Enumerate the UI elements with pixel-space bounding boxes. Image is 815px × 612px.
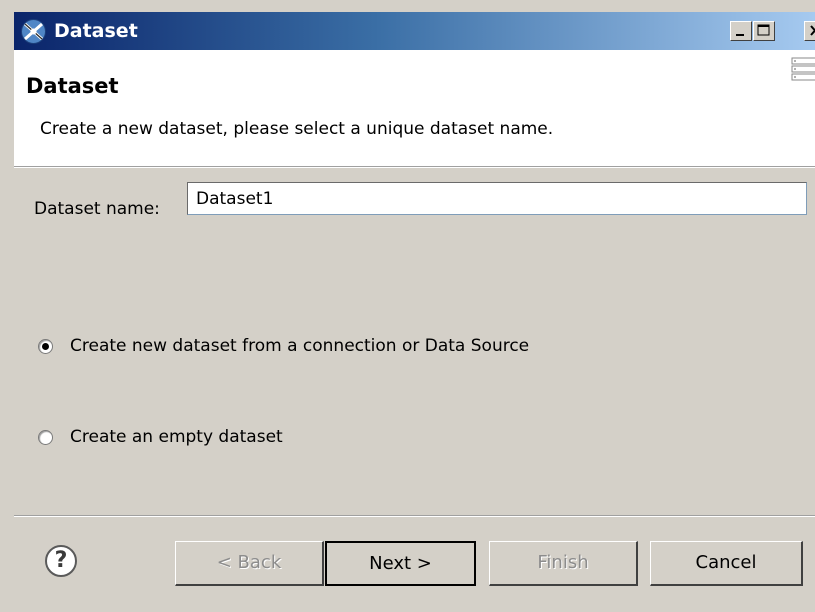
minimize-icon — [736, 34, 744, 36]
option-from-connection-label: Create new dataset from a connection or … — [70, 336, 530, 356]
page-title: Dataset — [26, 74, 119, 98]
wizard-header: Dataset Create a new dataset, please sel… — [14, 50, 815, 167]
close-icon — [810, 25, 815, 36]
footer-divider-highlight — [14, 516, 815, 517]
option-empty-dataset-label: Create an empty dataset — [70, 427, 283, 447]
cancel-button[interactable]: Cancel — [650, 541, 803, 586]
finish-button[interactable]: Finish — [489, 541, 638, 586]
title-bar[interactable]: Dataset — [14, 12, 815, 50]
radio-from-connection[interactable] — [38, 338, 53, 354]
next-button[interactable]: Next > — [325, 541, 476, 586]
window-title: Dataset — [54, 20, 138, 42]
dataset-wizard-dialog: Dataset Dataset Create a new dataset, pl… — [0, 0, 815, 612]
dataset-app-icon — [21, 19, 46, 44]
option-from-connection[interactable]: Create new dataset from a connection or … — [38, 336, 529, 356]
dataset-name-input[interactable] — [187, 182, 807, 215]
back-button[interactable]: < Back — [175, 541, 324, 586]
radio-empty-dataset[interactable] — [38, 429, 53, 445]
page-description: Create a new dataset, please select a un… — [40, 119, 554, 139]
option-empty-dataset[interactable]: Create an empty dataset — [38, 427, 283, 447]
wizard-banner-icon — [791, 57, 815, 81]
maximize-button[interactable] — [753, 21, 775, 41]
close-button[interactable] — [804, 21, 815, 41]
minimize-button[interactable] — [730, 21, 752, 41]
maximize-icon — [757, 24, 770, 36]
header-divider — [14, 167, 815, 168]
help-icon[interactable]: ? — [45, 545, 77, 577]
close-button-face — [804, 21, 815, 41]
dataset-name-label: Dataset name: — [34, 199, 160, 219]
